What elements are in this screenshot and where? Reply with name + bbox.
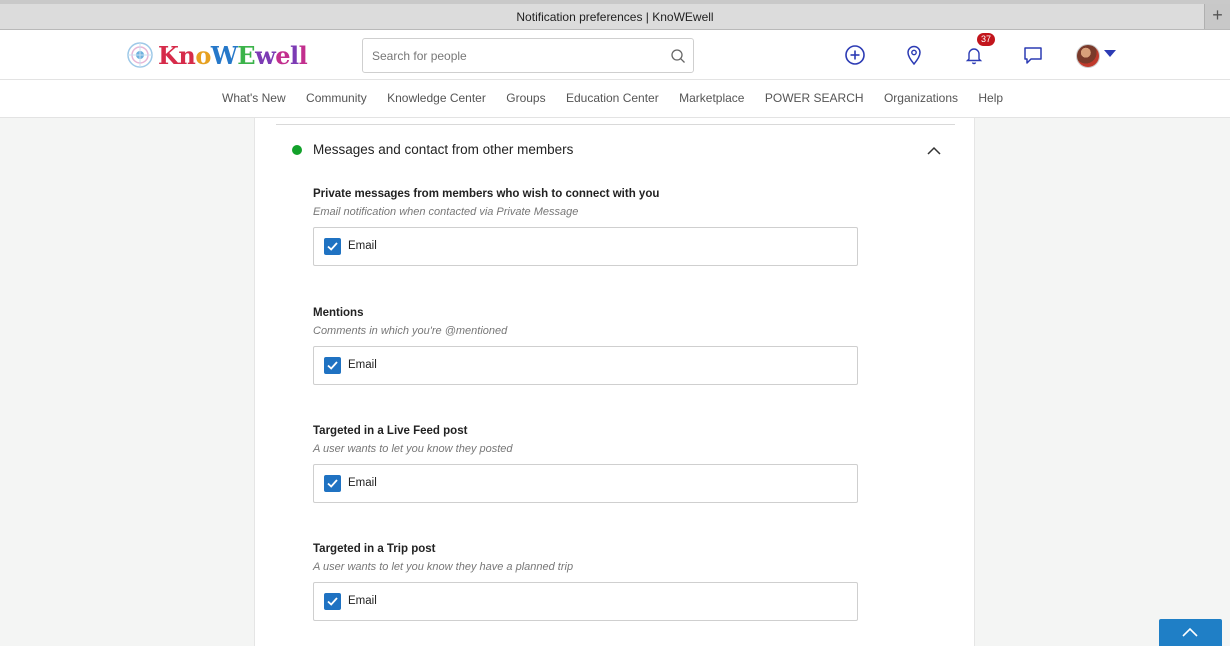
email-checkbox-label[interactable]: Email [348, 595, 377, 607]
checkmark-icon [327, 479, 338, 488]
nav-item-knowledge-center[interactable]: Knowledge Center [387, 91, 486, 105]
nav-item-power-search[interactable]: POWER SEARCH [765, 91, 864, 105]
people-search[interactable] [362, 38, 694, 73]
pref-live-feed: Targeted in a Live Feed post A user want… [313, 425, 858, 503]
chevron-up-icon[interactable] [926, 144, 942, 158]
pref-title: Targeted in a Trip post [313, 543, 436, 555]
pref-mentions: Mentions Comments in which you're @menti… [313, 307, 858, 385]
section-divider [276, 124, 955, 125]
pref-description: Email notification when contacted via Pr… [313, 206, 579, 218]
nav-item-whats-new[interactable]: What's New [222, 91, 286, 105]
window-title: Notification preferences | KnoWEwell [516, 10, 714, 24]
email-checkbox[interactable] [324, 475, 341, 492]
nav-item-organizations[interactable]: Organizations [884, 91, 958, 105]
nav-item-groups[interactable]: Groups [506, 91, 545, 105]
pref-title: Private messages from members who wish t… [313, 188, 660, 200]
notification-preferences-card: Messages and contact from other members … [254, 118, 975, 646]
pref-private-messages: Private messages from members who wish t… [313, 188, 858, 266]
pref-option-box: Email [313, 582, 858, 621]
new-tab-button[interactable]: + [1204, 4, 1230, 29]
logo-wordmark: KnoWEwell [158, 40, 308, 70]
site-logo[interactable]: KnoWEwell [126, 40, 308, 70]
pref-title: Mentions [313, 307, 364, 319]
chat-bubble-icon[interactable] [1022, 44, 1044, 66]
logo-emblem-icon [127, 42, 153, 68]
search-input[interactable] [372, 39, 662, 72]
pref-option-box: Email [313, 227, 858, 266]
pref-description: A user wants to let you know they posted [313, 443, 513, 455]
search-icon[interactable] [670, 48, 686, 64]
email-checkbox-label[interactable]: Email [348, 477, 377, 489]
checkmark-icon [327, 597, 338, 606]
notification-badge[interactable]: 37 [977, 33, 995, 46]
chevron-up-icon [1182, 627, 1198, 637]
account-menu-caret-icon[interactable] [1104, 50, 1116, 57]
pref-trip-post: Targeted in a Trip post A user wants to … [313, 543, 858, 621]
nav-item-community[interactable]: Community [306, 91, 367, 105]
pref-description: A user wants to let you know they have a… [313, 561, 574, 573]
nav-item-marketplace[interactable]: Marketplace [679, 91, 744, 105]
email-checkbox-label[interactable]: Email [348, 240, 377, 252]
window-titlebar: Notification preferences | KnoWEwell + [0, 0, 1230, 30]
email-checkbox-label[interactable]: Email [348, 359, 377, 371]
checkmark-icon [327, 242, 338, 251]
pref-option-box: Email [313, 464, 858, 503]
email-checkbox[interactable] [324, 238, 341, 255]
main-nav: What's New Community Knowledge Center Gr… [0, 80, 1230, 118]
pref-option-box: Email [313, 346, 858, 385]
site-header: KnoWEwell 37 [0, 30, 1230, 80]
section-header[interactable]: Messages and contact from other members [292, 142, 942, 162]
bell-icon[interactable] [963, 44, 985, 66]
email-checkbox[interactable] [324, 357, 341, 374]
nav-item-education-center[interactable]: Education Center [566, 91, 659, 105]
email-checkbox[interactable] [324, 593, 341, 610]
section-status-dot [292, 145, 302, 155]
checkmark-icon [327, 361, 338, 370]
user-avatar[interactable] [1076, 44, 1100, 68]
plus-circle-icon[interactable] [844, 44, 866, 66]
scroll-to-top-button[interactable] [1159, 619, 1222, 646]
location-pin-icon[interactable] [903, 44, 925, 66]
pref-title: Targeted in a Live Feed post [313, 425, 468, 437]
section-title: Messages and contact from other members [313, 142, 574, 157]
nav-item-help[interactable]: Help [978, 91, 1003, 105]
pref-description: Comments in which you're @mentioned [313, 325, 508, 337]
